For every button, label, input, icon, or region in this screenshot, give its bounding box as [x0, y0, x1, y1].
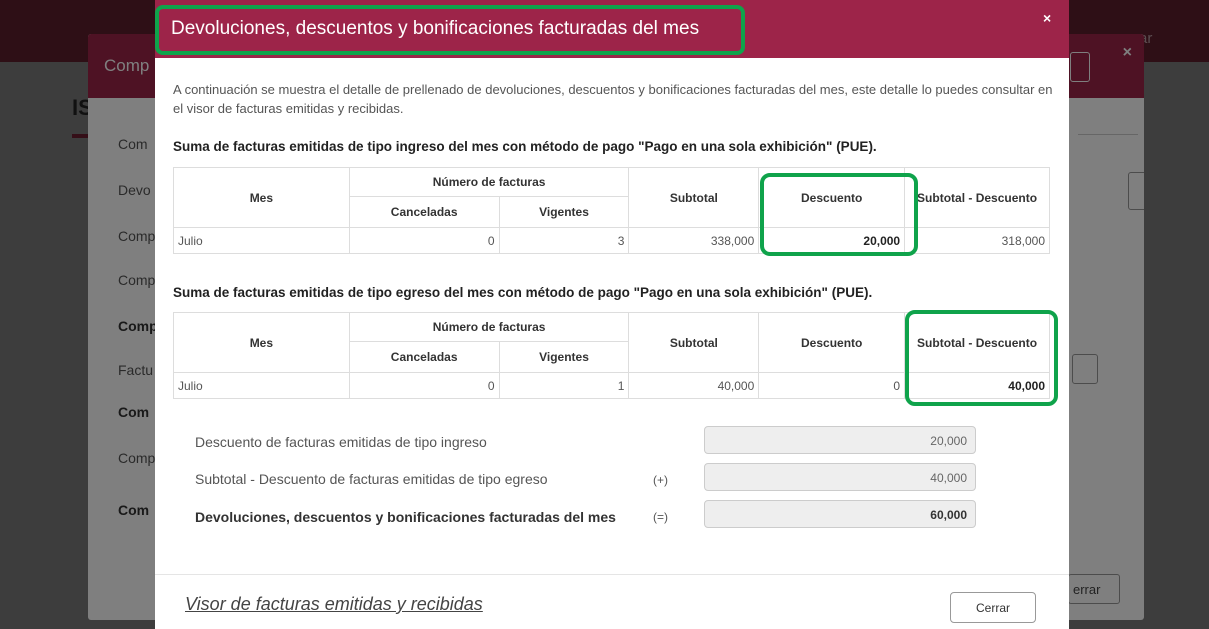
- cell-descuento: 0: [758, 372, 906, 399]
- header-numero-facturas: Número de facturas: [348, 167, 630, 197]
- header-subtotal: Subtotal: [628, 167, 760, 228]
- cell-canceladas: 0: [348, 372, 500, 399]
- devoluciones-modal: Devoluciones, descuentos y bonificacione…: [155, 0, 1069, 629]
- header-descuento: Descuento: [758, 312, 906, 373]
- summary-egreso-value: 40,000: [704, 463, 976, 491]
- header-vigentes: Vigentes: [498, 196, 630, 228]
- close-icon[interactable]: ×: [1043, 10, 1051, 26]
- cell-canceladas: 0: [348, 227, 500, 254]
- header-mes: Mes: [173, 312, 350, 373]
- summary-ingreso-value: 20,000: [704, 426, 976, 454]
- header-mes: Mes: [173, 167, 350, 228]
- header-vigentes: Vigentes: [498, 341, 630, 373]
- cerrar-button[interactable]: Cerrar: [950, 592, 1036, 623]
- ingreso-section-title: Suma de facturas emitidas de tipo ingres…: [173, 139, 877, 154]
- intro-text: A continuación se muestra el detalle de …: [173, 82, 1053, 116]
- header-subtotal: Subtotal: [628, 312, 760, 373]
- cell-subtotal: 338,000: [628, 227, 760, 254]
- ingreso-table: Mes Número de facturas Subtotal Descuent…: [173, 167, 1050, 254]
- cell-subtotal: 40,000: [628, 372, 760, 399]
- cell-vigentes: 3: [498, 227, 630, 254]
- summary-plus-operator: (+): [653, 473, 668, 487]
- descuento-highlight-box: [760, 173, 918, 256]
- cell-vigentes: 1: [498, 372, 630, 399]
- summary-ingreso-label: Descuento de facturas emitidas de tipo i…: [195, 434, 487, 450]
- header-numero-facturas: Número de facturas: [348, 312, 630, 342]
- cell-mes: Julio: [173, 372, 350, 399]
- table-row: Julio 0 3 338,000 20,000 318,000: [173, 227, 1050, 254]
- subtotal-descuento-highlight-box: [905, 310, 1058, 406]
- summary-total-label: Devoluciones, descuentos y bonificacione…: [195, 509, 616, 525]
- summary-total-value: 60,000: [704, 500, 976, 528]
- cell-subtotal-descuento: 318,000: [904, 227, 1050, 254]
- summary-egreso-label: Subtotal - Descuento de facturas emitida…: [195, 471, 548, 487]
- header-canceladas: Canceladas: [348, 341, 500, 373]
- header-canceladas: Canceladas: [348, 196, 500, 228]
- header-subtotal-descuento: Subtotal - Descuento: [904, 167, 1050, 228]
- summary-equals-operator: (=): [653, 510, 668, 524]
- egreso-section-title: Suma de facturas emitidas de tipo egreso…: [173, 285, 873, 300]
- footer-divider: [155, 574, 1069, 575]
- visor-facturas-link[interactable]: Visor de facturas emitidas y recibidas: [185, 594, 483, 615]
- cell-mes: Julio: [173, 227, 350, 254]
- title-highlight-box: [155, 5, 745, 55]
